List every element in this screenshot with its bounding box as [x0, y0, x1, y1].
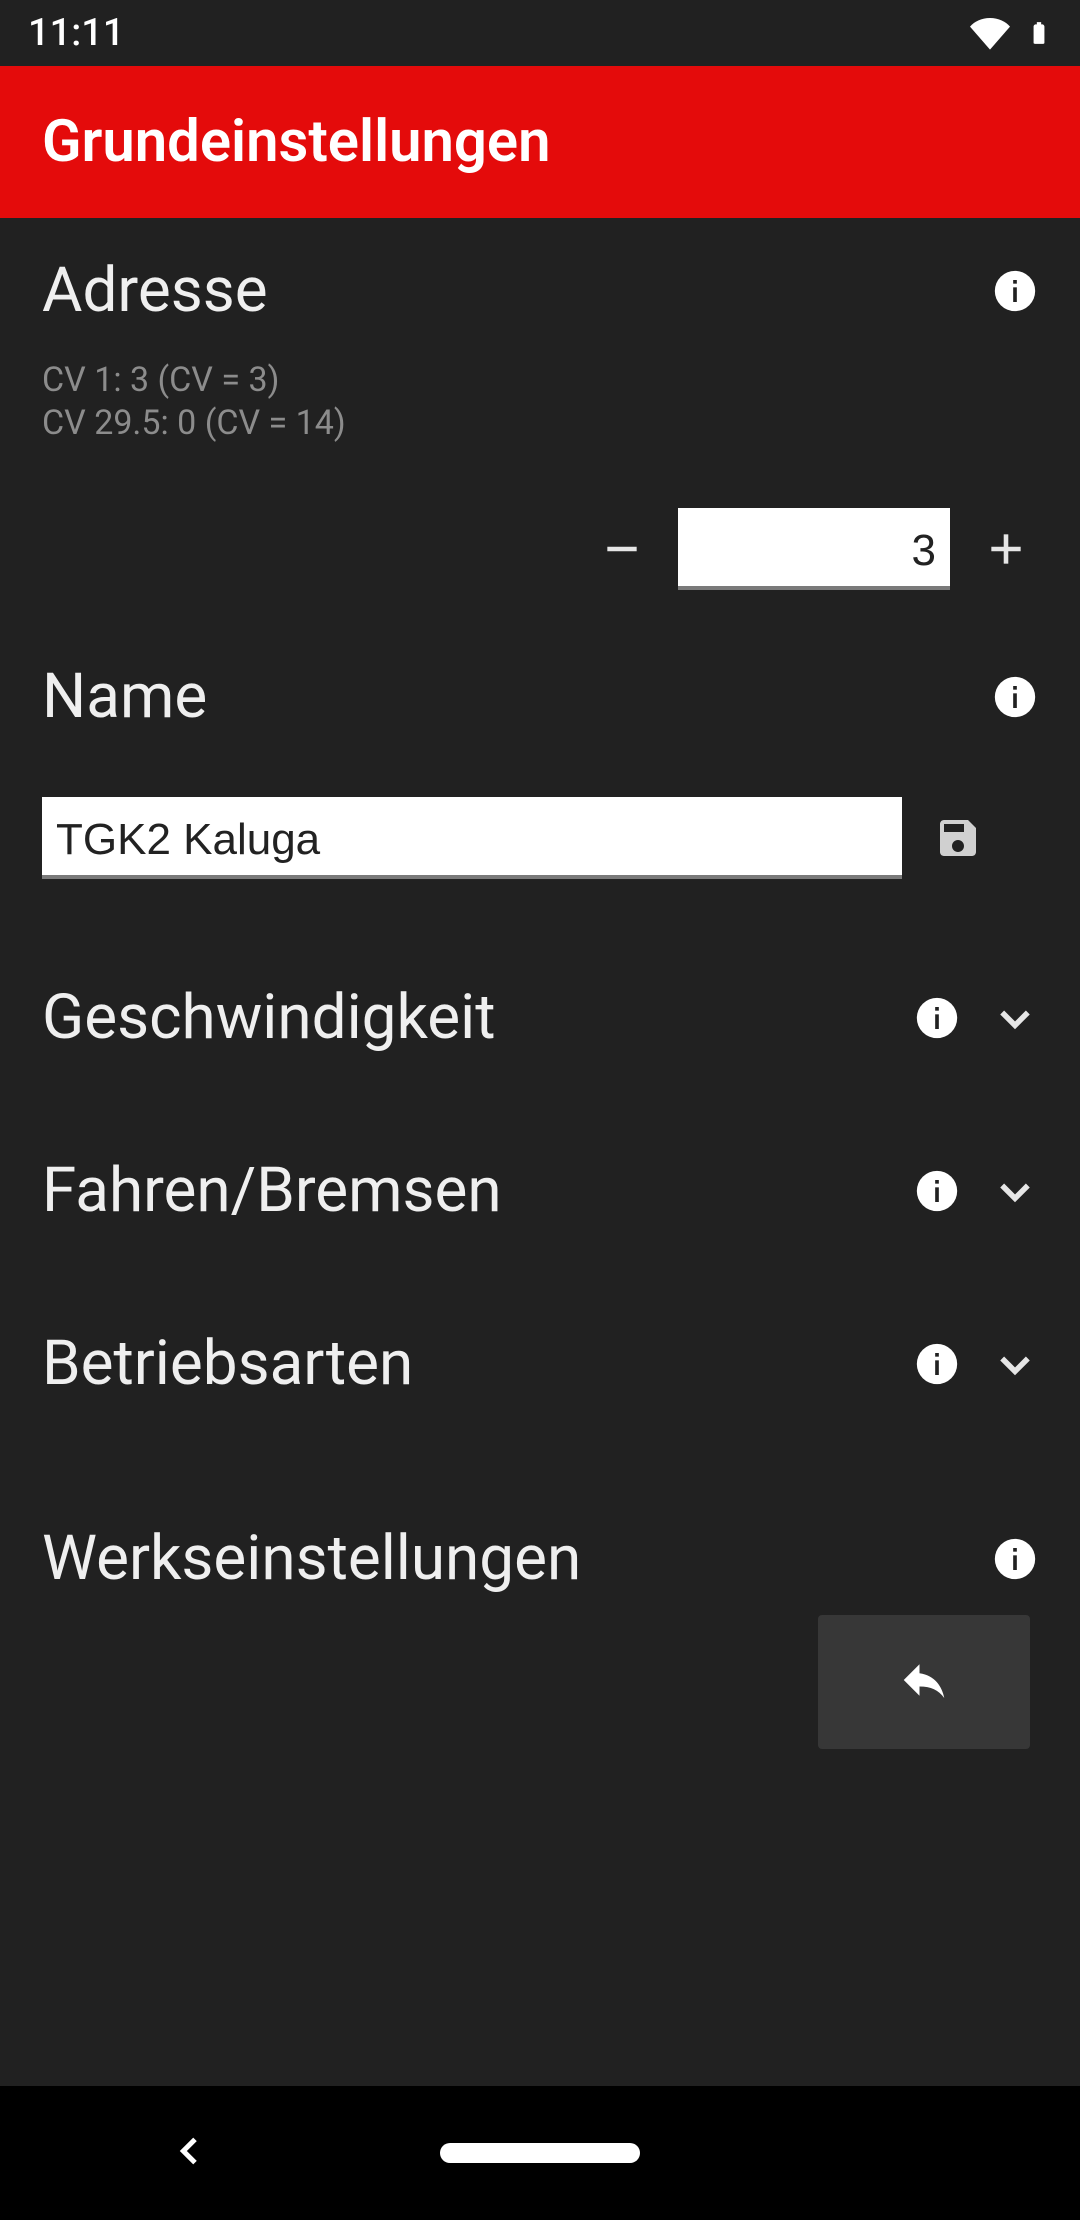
expand-title: Fahren/Bremsen [42, 1154, 882, 1227]
nav-back-button[interactable] [170, 2131, 210, 2175]
adresse-header-row: Adresse [42, 254, 1038, 327]
chevron-down-icon[interactable] [992, 1168, 1038, 1214]
content[interactable]: Adresse CV 1: 3 (CV = 3) CV 29.5: 0 (CV … [0, 218, 1080, 2086]
screen: 11:11 Grundeinstellungen Adresse CV 1: 3… [0, 0, 1080, 2220]
name-title: Name [42, 660, 207, 733]
decrement-button[interactable] [590, 517, 654, 581]
name-input[interactable] [42, 797, 902, 879]
wifi-icon [968, 13, 1012, 53]
info-icon[interactable] [914, 1341, 960, 1387]
factory-reset-button[interactable] [818, 1615, 1030, 1749]
save-icon[interactable] [926, 806, 990, 870]
info-icon[interactable] [992, 674, 1038, 720]
nav-home-pill[interactable] [440, 2143, 640, 2163]
name-header-row: Name [42, 660, 1038, 733]
adresse-title: Adresse [42, 254, 268, 327]
adresse-input[interactable] [678, 508, 950, 590]
reply-icon [897, 1653, 951, 1711]
adresse-stepper [42, 508, 1038, 590]
info-icon[interactable] [992, 1536, 1038, 1582]
section-name: Name [42, 660, 1038, 879]
status-bar: 11:11 [0, 0, 1080, 66]
system-nav-bar [0, 2086, 1080, 2220]
info-icon[interactable] [914, 1168, 960, 1214]
werks-header-row: Werkseinstellungen [42, 1522, 1038, 1595]
expand-title: Betriebsarten [42, 1327, 882, 1400]
expand-row-fahren-bremsen[interactable]: Fahren/Bremsen [42, 1104, 1038, 1277]
chevron-down-icon[interactable] [992, 1341, 1038, 1387]
section-werkseinstellungen: Werkseinstellungen [42, 1522, 1038, 1749]
status-time: 11:11 [28, 11, 124, 55]
name-input-row [42, 797, 1038, 879]
status-right [968, 11, 1052, 55]
expand-title: Geschwindigkeit [42, 981, 882, 1054]
chevron-down-icon[interactable] [992, 995, 1038, 1041]
adresse-cv-info: CV 1: 3 (CV = 3) CV 29.5: 0 (CV = 14) [42, 359, 1038, 444]
app-bar: Grundeinstellungen [0, 66, 1080, 218]
increment-button[interactable] [974, 517, 1038, 581]
page-title: Grundeinstellungen [42, 108, 551, 176]
battery-icon [1026, 11, 1052, 55]
section-adresse: Adresse CV 1: 3 (CV = 3) CV 29.5: 0 (CV … [42, 254, 1038, 590]
expand-row-betriebsarten[interactable]: Betriebsarten [42, 1277, 1038, 1450]
werks-title: Werkseinstellungen [42, 1522, 581, 1595]
info-icon[interactable] [914, 995, 960, 1041]
nav-spacer [870, 2133, 910, 2173]
info-icon[interactable] [992, 268, 1038, 314]
expand-row-geschwindigkeit[interactable]: Geschwindigkeit [42, 931, 1038, 1104]
